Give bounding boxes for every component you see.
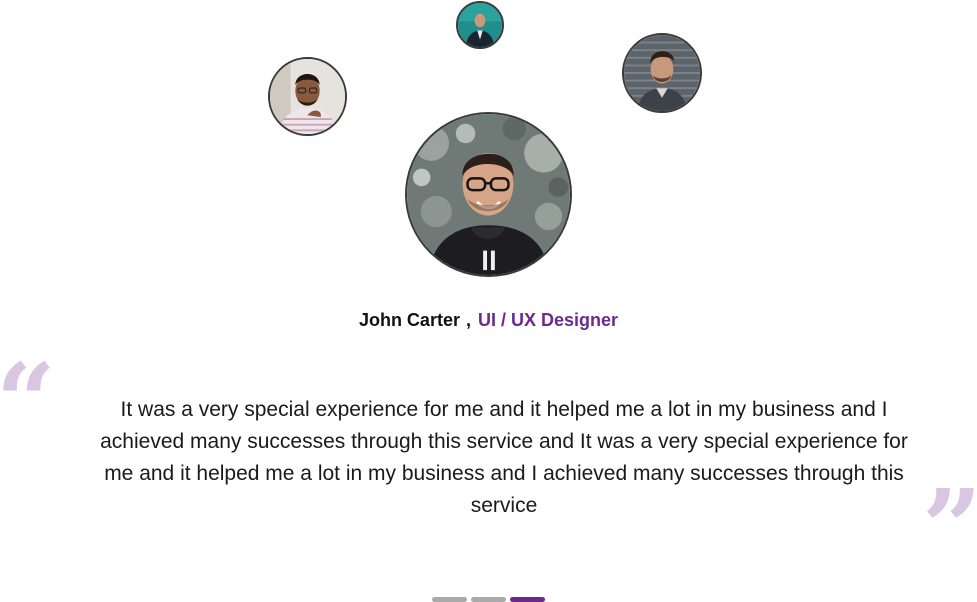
author-name: John Carter	[358, 310, 460, 330]
open-quote-icon: “	[0, 340, 56, 463]
person-photo-icon	[458, 3, 502, 47]
avatar-right[interactable]	[622, 33, 702, 113]
slider-dot-3[interactable]	[510, 597, 545, 602]
author-role: UI / UX Designer	[478, 310, 619, 330]
slider-dot-2[interactable]	[471, 597, 506, 602]
testimonial-section: John Carter, UI / UX Designer “ ” It was…	[0, 0, 977, 602]
avatar-top[interactable]	[456, 1, 504, 49]
avatar-main-selected[interactable]	[405, 112, 572, 277]
avatar-left[interactable]	[268, 57, 347, 136]
author-line: John Carter, UI / UX Designer	[0, 310, 977, 331]
close-quote-icon: ”	[922, 466, 977, 589]
person-photo-icon	[407, 114, 570, 275]
author-separator: ,	[465, 310, 471, 330]
slider-dot-1[interactable]	[432, 597, 467, 602]
person-photo-icon	[270, 59, 345, 134]
person-photo-icon	[624, 35, 700, 111]
testimonial-text: It was a very special experience for me …	[100, 398, 908, 517]
slider-pagination	[432, 597, 545, 602]
